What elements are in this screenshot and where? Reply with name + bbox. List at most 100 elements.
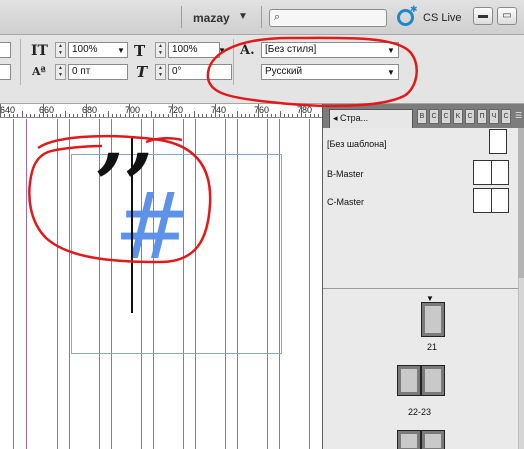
divider — [233, 39, 234, 85]
chevron-down-icon: ◂ — [333, 113, 341, 123]
page-thumbnail[interactable] — [421, 430, 445, 449]
ruler-tick — [51, 114, 53, 117]
ruler-tick — [146, 114, 148, 117]
baseline-shift-stepper[interactable]: ▲ ▼ — [55, 64, 66, 80]
collapsed-tab[interactable]: C — [465, 109, 475, 124]
language-dropdown[interactable]: Русский — [261, 64, 399, 80]
ruler-tick — [73, 114, 75, 117]
master-thumbnail[interactable] — [473, 188, 509, 213]
divider — [20, 39, 21, 85]
search-input[interactable]: ⌕ — [269, 9, 387, 27]
search-icon: ⌕ — [274, 11, 281, 23]
ruler-tick — [292, 114, 294, 117]
page-thumbnail[interactable] — [421, 302, 445, 337]
character-style-icon: A. — [240, 43, 255, 58]
page-thumbnail[interactable] — [421, 365, 445, 396]
ruler-tick — [68, 114, 70, 117]
page-thumbnail[interactable] — [397, 430, 421, 449]
page-number: 21 — [427, 342, 438, 352]
control-panel: IT ▲ ▼ 100% ▼ Aª ▲ ▼ 0 пт T ▲ ▼ 100% ▼ T ▲ ▼… — [0, 35, 524, 104]
page-thumbnail[interactable] — [397, 365, 421, 396]
collapsed-tab[interactable]: Π — [477, 109, 487, 124]
ruler-tick — [38, 114, 40, 117]
chevron-down-icon[interactable]: ▼ — [387, 46, 395, 55]
ruler-tick — [137, 114, 139, 117]
partial-field[interactable] — [0, 64, 11, 80]
cs-live-label[interactable]: CS Live — [423, 12, 462, 24]
skew-field[interactable]: 0° — [168, 64, 232, 80]
master-item[interactable]: [Без шаблона] — [327, 139, 387, 149]
ruler-tick — [240, 114, 242, 117]
column-guide — [13, 119, 14, 449]
ruler-tick — [111, 114, 113, 117]
ruler-tick — [288, 114, 290, 117]
ruler-tick — [275, 114, 277, 117]
minimize-button[interactable]: ▬ — [473, 7, 493, 25]
ruler-tick — [98, 114, 100, 117]
ruler-tick — [206, 114, 208, 117]
ruler-tick — [116, 114, 118, 117]
ruler-tick — [81, 114, 83, 117]
collapsed-tab[interactable]: C — [429, 109, 439, 124]
ruler-tick — [47, 114, 49, 117]
collapsed-tab[interactable]: Ч — [489, 109, 499, 124]
ruler-tick — [318, 114, 320, 117]
vertical-scale-stepper[interactable]: ▲ ▼ — [55, 42, 66, 58]
sparkle-icon: ✱ — [410, 4, 418, 14]
collapsed-tab[interactable]: C — [501, 109, 511, 124]
baseline-shift-field[interactable]: 0 пт — [68, 64, 128, 80]
ruler-tick — [163, 114, 165, 117]
column-guide — [309, 119, 310, 449]
partial-field[interactable] — [0, 42, 11, 58]
master-thumbnail[interactable] — [489, 129, 507, 154]
ruler-tick — [4, 114, 6, 117]
ruler-tick — [0, 104, 1, 117]
master-thumbnail[interactable] — [473, 160, 509, 185]
collapsed-tab[interactable]: C — [441, 109, 451, 124]
horizontal-ruler[interactable]: 640 660 680 700 720 740 760 780 — [0, 104, 322, 118]
scrollbar-thumb[interactable] — [518, 128, 524, 278]
ruler-tick — [176, 114, 178, 117]
ruler-tick — [249, 114, 251, 117]
scrollbar[interactable] — [518, 128, 524, 449]
panel-menu-icon[interactable]: ☰ — [515, 111, 522, 120]
panel-divider[interactable] — [323, 288, 519, 289]
collapsed-tab[interactable]: B — [417, 109, 427, 124]
master-item[interactable]: B-Master — [327, 169, 364, 179]
ruler-tick — [193, 111, 195, 117]
ruler-tick — [223, 114, 225, 117]
ruler-tick — [103, 114, 105, 117]
ruler-tick — [43, 104, 44, 117]
restore-button[interactable]: ▭ — [497, 7, 517, 25]
tab-pages[interactable]: ◂ Стра... — [329, 109, 413, 128]
ruler-tick — [55, 114, 57, 117]
ruler-tick — [313, 114, 315, 117]
ruler-tick — [25, 114, 27, 117]
ruler-tick — [184, 114, 186, 117]
paragraph-style-dropdown[interactable]: [Без стиля] — [261, 42, 399, 58]
horizontal-scale-field[interactable]: 100% — [168, 42, 220, 58]
user-name[interactable]: mazay — [193, 11, 230, 25]
ruler-tick — [253, 114, 255, 117]
collapsed-tab[interactable]: K — [453, 109, 463, 124]
hash-glyph: # — [114, 173, 192, 280]
master-item[interactable]: C-Master — [327, 197, 364, 207]
chevron-down-icon[interactable]: ▼ — [117, 46, 125, 55]
ruler-tick — [202, 114, 204, 117]
column-guide — [26, 119, 27, 449]
chevron-down-icon[interactable]: ▼ — [387, 68, 395, 77]
column-guide — [57, 119, 58, 449]
document-canvas[interactable]: ’’ # — [0, 119, 322, 449]
tab-pages-label: Стра... — [340, 113, 369, 123]
horizontal-scale-stepper[interactable]: ▲ ▼ — [155, 42, 166, 58]
ruler-tick — [150, 111, 152, 117]
ruler-tick — [270, 114, 272, 117]
chevron-down-icon[interactable]: ▼ — [238, 11, 248, 22]
horizontal-scale-icon: T — [134, 42, 146, 60]
application-bar: mazay ▼ ⌕ ✱ CS Live ▬ ▭ — [0, 0, 524, 35]
skew-stepper[interactable]: ▲ ▼ — [155, 64, 166, 80]
ruler-tick — [262, 114, 264, 117]
ruler-tick — [12, 114, 14, 117]
chevron-down-icon[interactable]: ▼ — [218, 46, 226, 55]
ruler-tick — [107, 111, 109, 117]
